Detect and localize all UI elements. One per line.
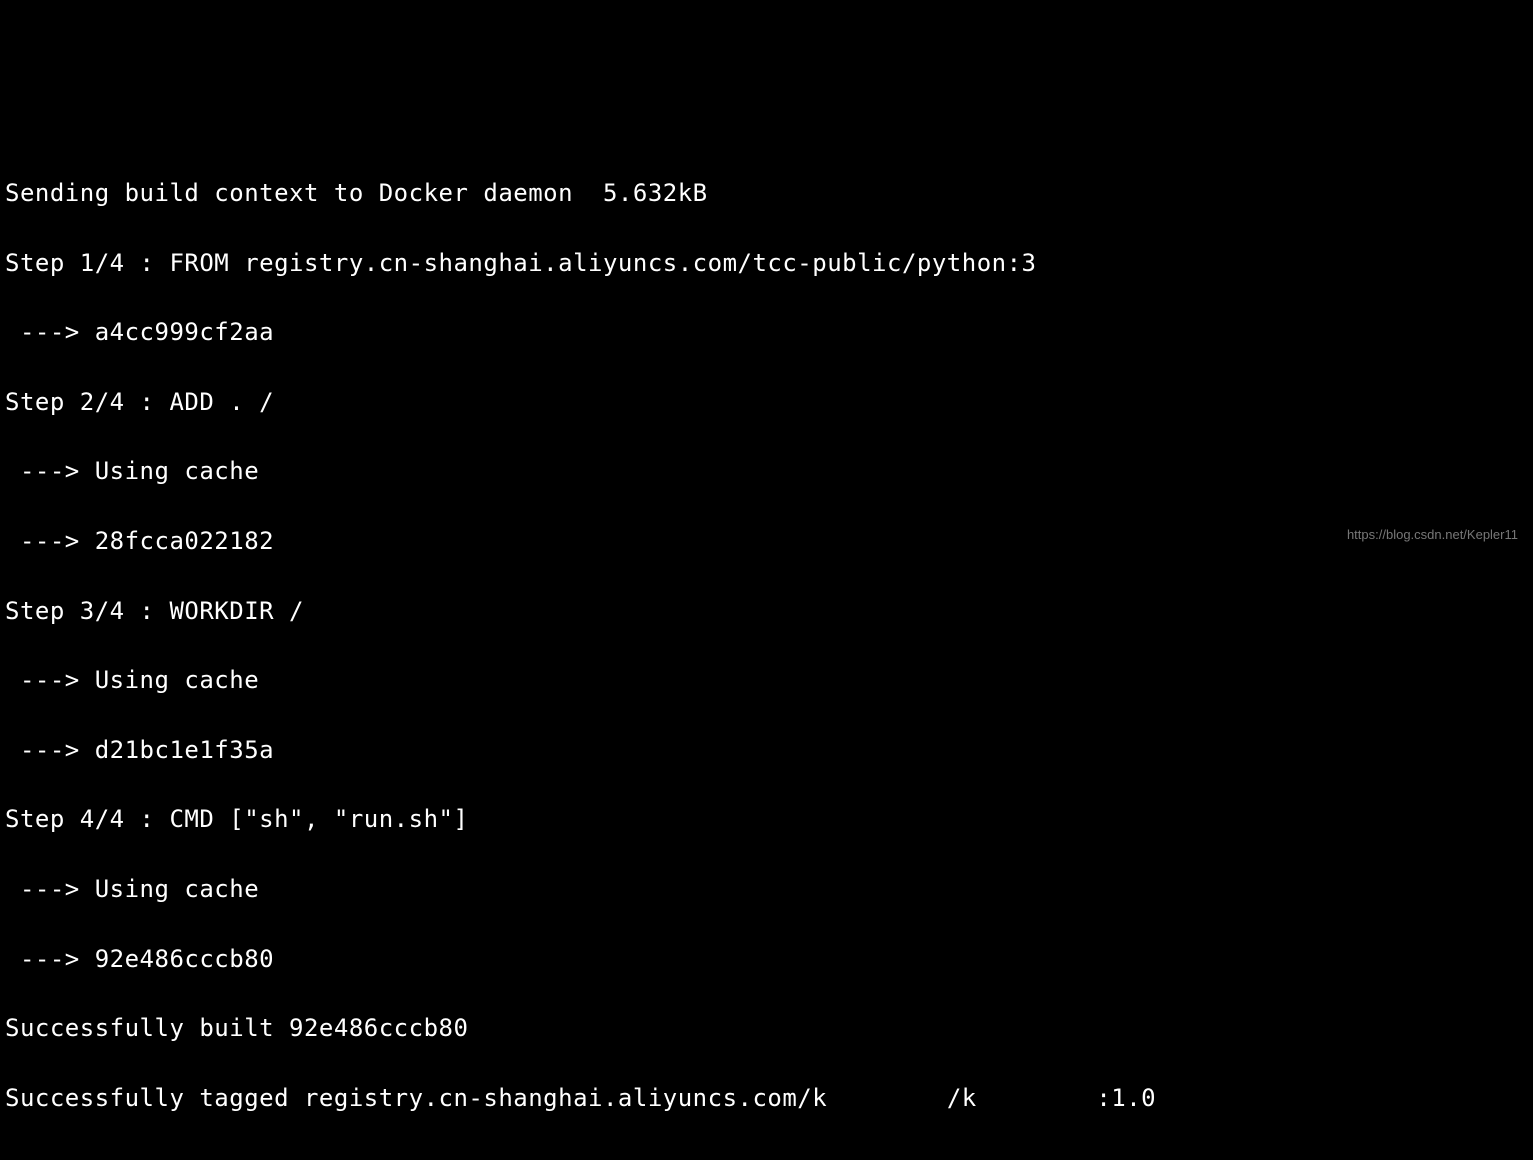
terminal-line: ---> a4cc999cf2aa [5,315,1528,350]
redacted-text: xxxxxxxx [977,1081,1097,1116]
redacted-text: xxxxxxxx [827,1081,947,1116]
terminal-line: ---> 92e486cccb80 [5,942,1528,977]
terminal-line: Step 4/4 : CMD ["sh", "run.sh"] [5,802,1528,837]
terminal-line: ---> Using cache [5,663,1528,698]
tagged-mid: /k [947,1084,977,1112]
terminal-line: Step 2/4 : ADD . / [5,385,1528,420]
terminal-line: Step 1/4 : FROM registry.cn-shanghai.ali… [5,246,1528,281]
tagged-prefix: Successfully tagged registry.cn-shanghai… [5,1084,827,1112]
terminal-line: Sending build context to Docker daemon 5… [5,176,1528,211]
terminal-line: ---> Using cache [5,454,1528,489]
terminal-line: ---> 28fcca022182 [5,524,1528,559]
terminal-line: Step 3/4 : WORKDIR / [5,594,1528,629]
watermark-text: https://blog.csdn.net/Kepler11 [1347,526,1518,545]
terminal-line: Successfully built 92e486cccb80 [5,1011,1528,1046]
terminal-line-tagged: Successfully tagged registry.cn-shanghai… [5,1081,1528,1116]
tagged-suffix: :1.0 [1096,1084,1156,1112]
terminal-output: Sending build context to Docker daemon 5… [5,141,1528,1151]
terminal-line: ---> Using cache [5,872,1528,907]
terminal-line: ---> d21bc1e1f35a [5,733,1528,768]
